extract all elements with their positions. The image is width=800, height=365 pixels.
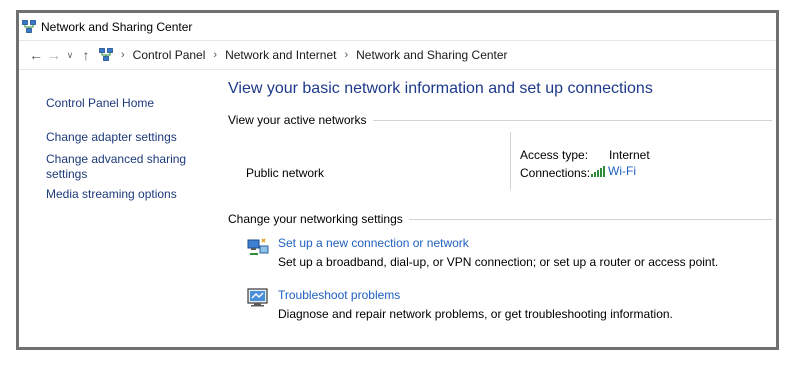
network-name: Public network: [246, 166, 325, 180]
breadcrumb-network-and-sharing-center[interactable]: Network and Sharing Center: [356, 48, 507, 62]
active-networks-heading: View your active networks: [228, 113, 367, 127]
wifi-connection-label[interactable]: Wi-Fi: [608, 164, 636, 178]
active-networks-section-header: View your active networks: [228, 113, 772, 127]
network-info-divider: [510, 132, 511, 190]
section-divider: [408, 218, 772, 220]
connection-wifi-link[interactable]: Wi-Fi: [591, 164, 636, 178]
breadcrumb-network-and-internet[interactable]: Network and Internet: [225, 48, 336, 62]
troubleshoot-icon: [246, 286, 270, 313]
troubleshoot-problems-link[interactable]: Troubleshoot problems: [278, 288, 400, 302]
access-type-value: Internet: [609, 148, 650, 162]
sidebar-item-change-adapter-settings[interactable]: Change adapter settings: [46, 130, 196, 145]
address-bar: ← → ∨ ↑ › Control Panel › Network and In…: [19, 40, 776, 70]
forward-arrow-icon[interactable]: →: [45, 47, 63, 63]
up-arrow-icon[interactable]: ↑: [77, 47, 95, 63]
network-app-icon: [22, 19, 36, 34]
recent-locations-chevron-icon[interactable]: ∨: [63, 50, 77, 61]
page-title: View your basic network information and …: [228, 80, 653, 97]
back-arrow-icon[interactable]: ←: [27, 47, 45, 63]
sidebar-item-change-advanced-sharing-settings[interactable]: Change advanced sharing settings: [46, 152, 191, 182]
breadcrumb-separator-icon[interactable]: ›: [213, 49, 217, 61]
network-setup-icon: [246, 236, 270, 263]
wifi-signal-icon: [591, 165, 605, 177]
settings-heading: Change your networking settings: [228, 212, 403, 226]
window-title: Network and Sharing Center: [41, 19, 193, 34]
troubleshoot-problems-description: Diagnose and repair network problems, or…: [278, 307, 673, 321]
title-bar: Network and Sharing Center: [19, 13, 776, 40]
connections-label: Connections:: [520, 166, 591, 180]
location-network-icon: [99, 48, 113, 62]
breadcrumb-separator-icon[interactable]: ›: [344, 49, 348, 61]
networking-settings-section-header: Change your networking settings: [228, 212, 772, 226]
breadcrumb: › Control Panel › Network and Internet ›…: [99, 48, 508, 62]
setup-new-connection-description: Set up a broadband, dial-up, or VPN conn…: [278, 255, 719, 269]
section-divider: [372, 119, 772, 121]
content-area: Control Panel Home Change adapter settin…: [19, 70, 776, 347]
setup-new-connection-link[interactable]: Set up a new connection or network: [278, 236, 469, 250]
access-type-label: Access type:: [520, 148, 589, 162]
sidebar-item-control-panel-home[interactable]: Control Panel Home: [46, 96, 196, 111]
breadcrumb-separator-icon[interactable]: ›: [121, 49, 125, 61]
sidebar-item-media-streaming-options[interactable]: Media streaming options: [46, 187, 196, 202]
network-sharing-center-window: Network and Sharing Center ← → ∨ ↑ › Con…: [16, 10, 779, 350]
breadcrumb-control-panel[interactable]: Control Panel: [133, 48, 206, 62]
